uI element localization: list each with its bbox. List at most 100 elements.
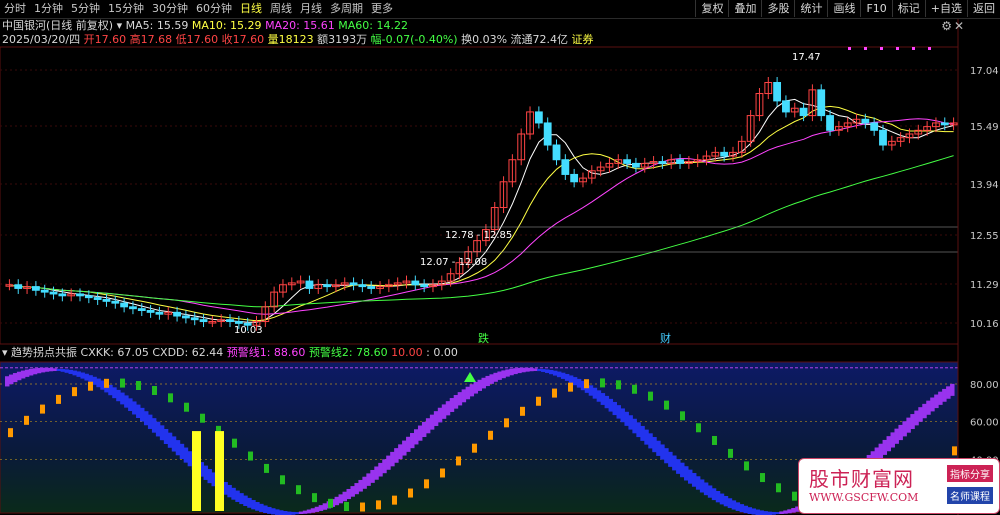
oscillator-band bbox=[938, 391, 943, 405]
step-mark bbox=[520, 406, 525, 416]
step-mark bbox=[344, 502, 349, 512]
oscillator-band bbox=[775, 512, 780, 515]
quote-amount: 额3193万 bbox=[317, 33, 368, 46]
oscillator-band bbox=[143, 411, 149, 426]
multi-stock-button[interactable]: 多股 bbox=[761, 0, 794, 17]
oscillator-band bbox=[918, 407, 923, 422]
oscillator-band bbox=[739, 504, 745, 513]
candle-body bbox=[543, 122, 552, 146]
oscillator-band bbox=[715, 490, 721, 503]
tab-30min[interactable]: 30分钟 bbox=[148, 0, 192, 18]
oscillator-band bbox=[886, 436, 891, 452]
overlay-button[interactable]: 叠加 bbox=[728, 0, 761, 17]
oscillator-band bbox=[473, 381, 479, 394]
oscillator-band bbox=[68, 369, 74, 374]
oscillator-band bbox=[914, 410, 919, 426]
price-axis-label: 11.29 bbox=[970, 280, 999, 291]
oscillator-band bbox=[727, 498, 733, 509]
quote-open: 开17.60 bbox=[83, 33, 127, 46]
oscillator-band bbox=[878, 443, 884, 459]
quote-high: 高17.68 bbox=[129, 33, 173, 46]
oscillator-band bbox=[517, 367, 522, 374]
step-mark bbox=[424, 479, 429, 489]
step-mark bbox=[72, 387, 77, 397]
oscillator-band bbox=[410, 433, 415, 449]
chart-canvas[interactable]: 17.47 10.03 12.78 - 12.85 12.07 - 12.08 跌 财 1… bbox=[0, 0, 1000, 515]
oscillator-band bbox=[275, 509, 280, 515]
ma-info-line: 中国银河(日线 前复权) ▾ MA5: 15.59 MA10: 15.29 MA… bbox=[2, 19, 408, 33]
tab-more[interactable]: 更多 bbox=[367, 0, 397, 18]
add-watchlist-button[interactable]: +自选 bbox=[924, 0, 967, 17]
dropdown-icon[interactable]: ▾ bbox=[117, 19, 123, 32]
candle-body bbox=[14, 284, 23, 289]
candle-body bbox=[129, 306, 137, 310]
oscillator-band bbox=[449, 398, 455, 412]
oscillator-band bbox=[660, 444, 665, 460]
indicator-name[interactable]: 趋势拐点共振 bbox=[11, 346, 77, 359]
step-mark bbox=[312, 493, 317, 503]
oscillator-band bbox=[521, 367, 526, 373]
tab-monthly[interactable]: 月线 bbox=[296, 0, 326, 18]
close-icon[interactable]: ✕ bbox=[954, 19, 964, 33]
tab-1min[interactable]: 1分钟 bbox=[30, 0, 67, 18]
tab-weekly[interactable]: 周线 bbox=[266, 0, 296, 18]
candle-body bbox=[561, 159, 570, 175]
tab-multi-period[interactable]: 多周期 bbox=[326, 0, 367, 18]
oscillator-band bbox=[707, 485, 713, 498]
oscillator-band bbox=[684, 466, 689, 481]
warn2-value: 预警线2: 78.60 bbox=[308, 346, 388, 359]
indicator-dropdown-icon[interactable]: ▾ bbox=[2, 346, 8, 359]
oscillator-band bbox=[477, 379, 482, 391]
tab-5min[interactable]: 5分钟 bbox=[67, 0, 104, 18]
oscillator-band bbox=[687, 469, 693, 484]
oscillator-band bbox=[568, 375, 574, 383]
restore-rights-button[interactable]: 复权 bbox=[695, 0, 728, 17]
oscillator-band bbox=[147, 414, 153, 429]
step-mark bbox=[952, 446, 957, 456]
oscillator-band bbox=[636, 422, 641, 438]
mark-button[interactable]: 标记 bbox=[891, 0, 925, 17]
quote-close: 收17.60 bbox=[221, 33, 265, 46]
statistics-button[interactable]: 统计 bbox=[794, 0, 827, 17]
candle-body bbox=[173, 311, 181, 317]
tab-15min[interactable]: 15分钟 bbox=[104, 0, 148, 18]
oscillator-band bbox=[20, 370, 26, 379]
back-button[interactable]: 返回 bbox=[967, 0, 1000, 17]
period-tabs: 分时 1分钟 5分钟 15分钟 30分钟 60分钟 日线 周线 月线 多周期 更… bbox=[0, 0, 397, 18]
oscillator-band bbox=[112, 387, 117, 399]
oscillator-band bbox=[906, 417, 911, 433]
ma10-value: MA10: 15.29 bbox=[191, 19, 262, 32]
candle-body bbox=[58, 293, 67, 297]
f10-button[interactable]: F10 bbox=[860, 0, 891, 17]
oscillator-band bbox=[501, 370, 506, 379]
indicator-axis-label: 80.00 bbox=[970, 380, 999, 391]
oscillator-band bbox=[556, 371, 562, 378]
step-mark bbox=[616, 380, 621, 390]
oscillator-band bbox=[231, 487, 236, 500]
candle-body bbox=[632, 162, 640, 168]
quote-turnover: 换0.03% bbox=[461, 33, 508, 46]
price-axis-label: 10.16 bbox=[970, 319, 999, 330]
oscillator-band bbox=[624, 411, 629, 426]
oscillator-band bbox=[616, 405, 621, 419]
oscillator-band bbox=[151, 418, 157, 433]
candle-body bbox=[870, 122, 879, 131]
oscillator-band bbox=[358, 479, 363, 492]
step-mark bbox=[88, 381, 93, 391]
oscillator-band bbox=[425, 418, 431, 434]
tab-intraday[interactable]: 分时 bbox=[0, 0, 30, 18]
candle-body bbox=[367, 286, 376, 289]
sector-tag[interactable]: 证券 bbox=[572, 33, 594, 46]
tab-60min[interactable]: 60分钟 bbox=[192, 0, 236, 18]
oscillator-band bbox=[298, 511, 304, 515]
quote-low: 低17.60 bbox=[175, 33, 219, 46]
oscillator-band bbox=[902, 421, 907, 437]
gear-icon[interactable]: ⚙ bbox=[941, 19, 952, 33]
oscillator-band bbox=[421, 421, 427, 438]
oscillator-band bbox=[342, 491, 347, 502]
step-mark bbox=[648, 391, 653, 401]
oscillator-band bbox=[183, 447, 189, 463]
tab-daily[interactable]: 日线 bbox=[236, 0, 266, 18]
draw-line-button[interactable]: 画线 bbox=[827, 0, 860, 17]
oscillator-band bbox=[560, 372, 566, 379]
